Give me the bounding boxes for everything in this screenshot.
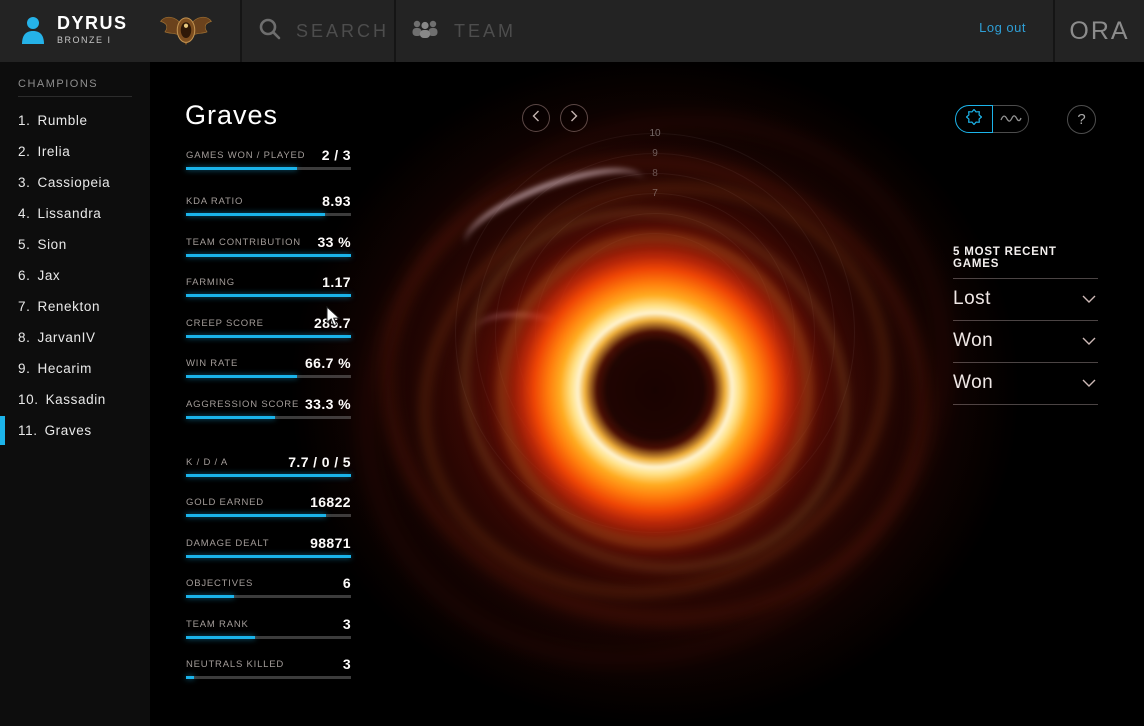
recent-game-dropdown-1[interactable]: Lost bbox=[953, 279, 1098, 321]
chevron-left-icon bbox=[532, 109, 540, 127]
search-button[interactable]: SEARCH bbox=[240, 0, 394, 62]
search-icon bbox=[258, 17, 282, 46]
chevron-down-icon bbox=[1082, 374, 1096, 392]
champions-sidebar: CHAMPIONS 1.Rumble 2.Irelia 3.Cassiopeia… bbox=[0, 62, 150, 726]
bronze-rank-badge-icon bbox=[158, 9, 214, 58]
wave-line-icon bbox=[1000, 110, 1022, 128]
champion-title: Graves bbox=[185, 100, 278, 131]
mouse-cursor bbox=[326, 306, 341, 332]
chevron-down-icon bbox=[1082, 290, 1096, 308]
stat-bar-track bbox=[186, 514, 351, 517]
radar-tick: 7 bbox=[641, 188, 669, 199]
stat-bar-fill bbox=[186, 375, 297, 378]
stat-bar-track bbox=[186, 213, 351, 216]
team-icon bbox=[410, 19, 440, 43]
stat-bar-track bbox=[186, 254, 351, 257]
help-button[interactable]: ? bbox=[1067, 105, 1096, 134]
next-champion-button[interactable] bbox=[560, 104, 588, 132]
radar-view-button[interactable] bbox=[955, 105, 993, 133]
stat-bar-fill bbox=[186, 676, 194, 679]
chevron-down-icon bbox=[1082, 332, 1096, 350]
recent-game-dropdown-3[interactable]: Won bbox=[953, 363, 1098, 405]
stat-row-aggression-score: AGGRESSION SCORE33.3 % bbox=[186, 397, 351, 419]
radar-tick: 8 bbox=[641, 168, 669, 179]
stat-bar-fill bbox=[186, 335, 351, 338]
stat-bar-fill bbox=[186, 294, 351, 297]
team-label: TEAM bbox=[454, 21, 516, 42]
sidebar-divider bbox=[18, 96, 132, 97]
team-button[interactable]: TEAM bbox=[394, 0, 532, 62]
brand-logo: ORA bbox=[1055, 0, 1144, 62]
stat-bar-fill bbox=[186, 474, 351, 477]
stat-row-kda-ratio: KDA RATIO8.93 bbox=[186, 194, 351, 216]
stat-row-farming: FARMING1.17 bbox=[186, 275, 351, 297]
radar-chart-icon bbox=[966, 109, 982, 130]
active-item-indicator bbox=[0, 416, 5, 445]
previous-champion-button[interactable] bbox=[522, 104, 550, 132]
stat-bar-track bbox=[186, 167, 351, 170]
logout-button[interactable]: Log out bbox=[979, 20, 1026, 35]
sidebar-item-kassadin[interactable]: 10.Kassadin bbox=[0, 384, 150, 415]
view-toggle bbox=[955, 105, 1029, 133]
stat-bar-fill bbox=[186, 595, 234, 598]
stat-bar-fill bbox=[186, 167, 297, 170]
stat-bar-track bbox=[186, 416, 351, 419]
stat-bar-fill bbox=[186, 213, 325, 216]
stat-row-kda: K / D / A7.7 / 0 / 5 bbox=[186, 455, 351, 477]
sidebar-item-hecarim[interactable]: 9.Hecarim bbox=[0, 353, 150, 384]
stat-row-win-rate: WIN RATE66.7 % bbox=[186, 356, 351, 378]
main-content: 10 9 8 7 Graves GAMES WON / PLAYED2 / 3 … bbox=[150, 62, 1144, 726]
stat-bar-track bbox=[186, 595, 351, 598]
stat-bar-fill bbox=[186, 514, 326, 517]
stat-row-team-contribution: TEAM CONTRIBUTION33 % bbox=[186, 235, 351, 257]
stat-bar-track bbox=[186, 676, 351, 679]
user-name: DYRUS bbox=[57, 13, 128, 34]
stat-bar-fill bbox=[186, 254, 351, 257]
sidebar-item-lissandra[interactable]: 4.Lissandra bbox=[0, 198, 150, 229]
stat-row-damage-dealt: DAMAGE DEALT98871 bbox=[186, 536, 351, 558]
sidebar-item-sion[interactable]: 5.Sion bbox=[0, 229, 150, 260]
stat-bar-track bbox=[186, 636, 351, 639]
stat-bar-track bbox=[186, 335, 351, 338]
chevron-right-icon bbox=[570, 109, 578, 127]
stat-row-team-rank: TEAM RANK3 bbox=[186, 617, 351, 639]
recent-games-title: 5 MOST RECENT GAMES bbox=[953, 246, 1098, 279]
sidebar-item-renekton[interactable]: 7.Renekton bbox=[0, 291, 150, 322]
stat-bar-fill bbox=[186, 636, 255, 639]
stat-row-gold-earned: GOLD EARNED16822 bbox=[186, 495, 351, 517]
stat-bar-track bbox=[186, 555, 351, 558]
graph-view-button[interactable] bbox=[993, 105, 1029, 133]
recent-game-dropdown-2[interactable]: Won bbox=[953, 321, 1098, 363]
sidebar-item-cassiopeia[interactable]: 3.Cassiopeia bbox=[0, 167, 150, 198]
search-label: SEARCH bbox=[296, 21, 389, 42]
radar-tick: 9 bbox=[641, 148, 669, 159]
sidebar-item-rumble[interactable]: 1.Rumble bbox=[0, 105, 150, 136]
user-avatar-icon bbox=[20, 14, 46, 51]
radar-tick: 10 bbox=[641, 128, 669, 139]
sidebar-title: CHAMPIONS bbox=[18, 78, 150, 90]
recent-games-panel: 5 MOST RECENT GAMES Lost Won Won bbox=[953, 246, 1098, 405]
stat-row-neutrals-killed: NEUTRALS KILLED3 bbox=[186, 657, 351, 679]
user-rank: BRONZE I bbox=[57, 35, 128, 45]
stat-bar-track bbox=[186, 375, 351, 378]
stat-row-objectives: OBJECTIVES6 bbox=[186, 576, 351, 598]
stat-bar-track bbox=[186, 294, 351, 297]
stat-bar-fill bbox=[186, 555, 351, 558]
top-bar: DYRUS BRONZE I SEARCH TEAM Log out O bbox=[0, 0, 1144, 62]
sidebar-item-jax[interactable]: 6.Jax bbox=[0, 260, 150, 291]
stat-bar-track bbox=[186, 474, 351, 477]
stat-bar-fill bbox=[186, 416, 275, 419]
sidebar-item-jarvaniv[interactable]: 8.JarvanIV bbox=[0, 322, 150, 353]
sidebar-item-irelia[interactable]: 2.Irelia bbox=[0, 136, 150, 167]
stat-row-games-won-played: GAMES WON / PLAYED2 / 3 bbox=[186, 148, 351, 170]
champion-stats-list: GAMES WON / PLAYED2 / 3 KDA RATIO8.93 TE… bbox=[186, 148, 351, 698]
sidebar-item-graves[interactable]: 11.Graves bbox=[0, 415, 150, 446]
